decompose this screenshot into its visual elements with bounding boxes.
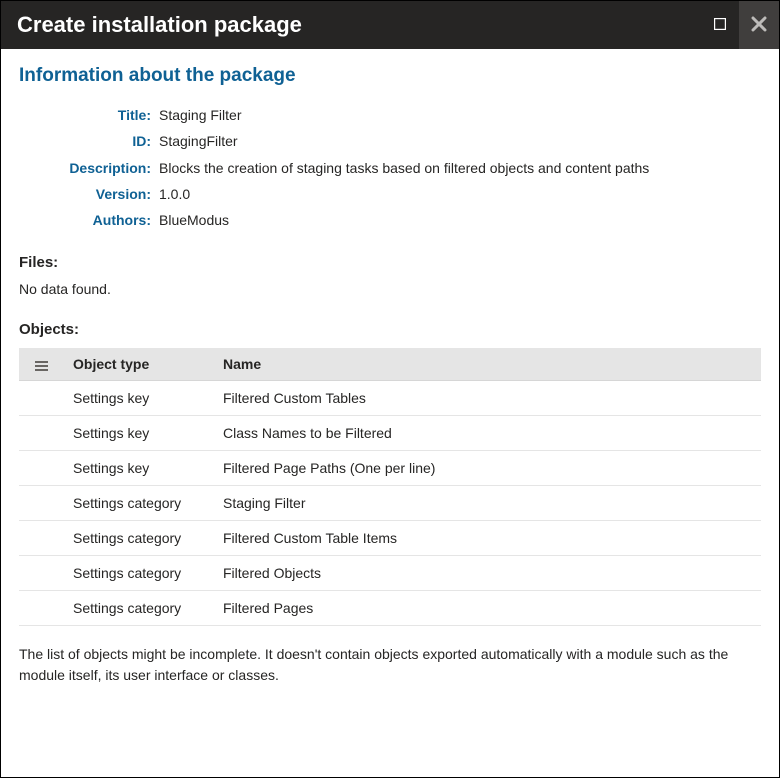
hamburger-icon	[35, 361, 48, 371]
table-cell-handle	[19, 556, 63, 591]
files-empty-text: No data found.	[19, 281, 761, 297]
info-value: Staging Filter	[159, 105, 241, 125]
info-label: Version:	[27, 184, 159, 204]
table-row[interactable]: Settings categoryFiltered Pages	[19, 591, 761, 626]
table-cell-name: Staging Filter	[213, 486, 761, 521]
info-label: ID:	[27, 131, 159, 151]
table-cell-type: Settings key	[63, 416, 213, 451]
objects-heading: Objects:	[19, 321, 761, 338]
table-header-handle[interactable]	[19, 348, 63, 381]
info-value: BlueModus	[159, 210, 229, 230]
table-cell-type: Settings key	[63, 451, 213, 486]
info-label: Title:	[27, 105, 159, 125]
table-cell-handle	[19, 451, 63, 486]
close-icon	[750, 15, 768, 36]
titlebar: Create installation package	[1, 1, 779, 49]
table-cell-type: Settings category	[63, 486, 213, 521]
info-value: Blocks the creation of staging tasks bas…	[159, 158, 649, 178]
window-title: Create installation package	[17, 12, 302, 38]
files-heading: Files:	[19, 254, 761, 271]
footer-note: The list of objects might be incomplete.…	[19, 644, 761, 685]
table-cell-name: Filtered Custom Table Items	[213, 521, 761, 556]
table-row[interactable]: Settings keyFiltered Custom Tables	[19, 381, 761, 416]
table-row[interactable]: Settings categoryFiltered Objects	[19, 556, 761, 591]
info-row-description: Description: Blocks the creation of stag…	[27, 158, 761, 178]
package-info: Title: Staging Filter ID: StagingFilter …	[27, 105, 761, 230]
table-cell-handle	[19, 416, 63, 451]
maximize-button[interactable]	[701, 1, 739, 49]
table-cell-name: Filtered Page Paths (One per line)	[213, 451, 761, 486]
dialog-content: Information about the package Title: Sta…	[1, 49, 779, 703]
info-row-id: ID: StagingFilter	[27, 131, 761, 151]
info-label: Authors:	[27, 210, 159, 230]
table-cell-type: Settings category	[63, 556, 213, 591]
table-cell-handle	[19, 591, 63, 626]
table-cell-name: Filtered Custom Tables	[213, 381, 761, 416]
info-value: 1.0.0	[159, 184, 190, 204]
table-header-type[interactable]: Object type	[63, 348, 213, 381]
section-heading: Information about the package	[19, 65, 761, 87]
info-row-title: Title: Staging Filter	[27, 105, 761, 125]
table-row[interactable]: Settings keyFiltered Page Paths (One per…	[19, 451, 761, 486]
table-header-row: Object type Name	[19, 348, 761, 381]
table-cell-type: Settings category	[63, 521, 213, 556]
table-row[interactable]: Settings keyClass Names to be Filtered	[19, 416, 761, 451]
info-row-version: Version: 1.0.0	[27, 184, 761, 204]
table-cell-name: Filtered Objects	[213, 556, 761, 591]
table-header-name[interactable]: Name	[213, 348, 761, 381]
info-row-authors: Authors: BlueModus	[27, 210, 761, 230]
table-cell-handle	[19, 381, 63, 416]
info-label: Description:	[27, 158, 159, 178]
table-cell-handle	[19, 521, 63, 556]
window-controls	[701, 1, 779, 49]
info-value: StagingFilter	[159, 131, 238, 151]
close-button[interactable]	[739, 1, 779, 49]
table-row[interactable]: Settings categoryFiltered Custom Table I…	[19, 521, 761, 556]
table-cell-type: Settings category	[63, 591, 213, 626]
maximize-icon	[714, 17, 726, 33]
table-cell-type: Settings key	[63, 381, 213, 416]
table-cell-name: Class Names to be Filtered	[213, 416, 761, 451]
objects-table: Object type Name Settings keyFiltered Cu…	[19, 348, 761, 626]
table-cell-handle	[19, 486, 63, 521]
table-cell-name: Filtered Pages	[213, 591, 761, 626]
table-row[interactable]: Settings categoryStaging Filter	[19, 486, 761, 521]
